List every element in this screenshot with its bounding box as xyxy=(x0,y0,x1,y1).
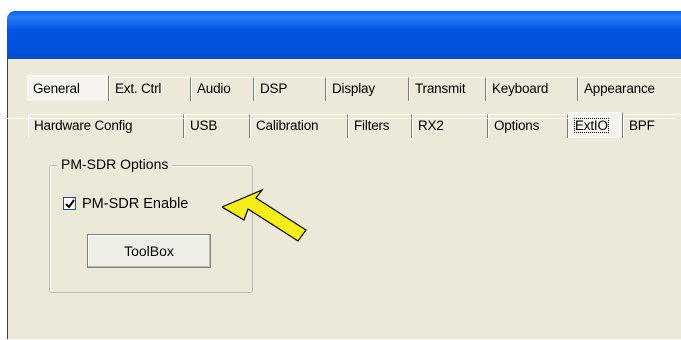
checkmark-icon xyxy=(65,199,75,209)
pm-sdr-enable-label[interactable]: PM-SDR Enable xyxy=(82,193,188,215)
toolbox-button[interactable]: ToolBox xyxy=(87,234,211,268)
window-titlebar[interactable] xyxy=(7,11,681,59)
tab-audio[interactable]: Audio xyxy=(191,77,254,101)
group-legend: PM-SDR Options xyxy=(57,152,173,176)
tab-extio[interactable]: ExtIO xyxy=(568,112,623,138)
pointer-arrow-icon xyxy=(222,188,307,242)
pm-sdr-enable-checkbox[interactable] xyxy=(63,197,76,210)
tab-ext-ctrl[interactable]: Ext. Ctrl xyxy=(109,77,191,101)
tab-appearance[interactable]: Appearance xyxy=(578,77,681,101)
tab-transmit[interactable]: Transmit xyxy=(409,77,486,101)
tab-keyboard[interactable]: Keyboard xyxy=(486,77,578,101)
tab-general[interactable]: General xyxy=(27,75,109,101)
tab-display[interactable]: Display xyxy=(326,77,409,101)
tab-dsp[interactable]: DSP xyxy=(254,77,326,101)
